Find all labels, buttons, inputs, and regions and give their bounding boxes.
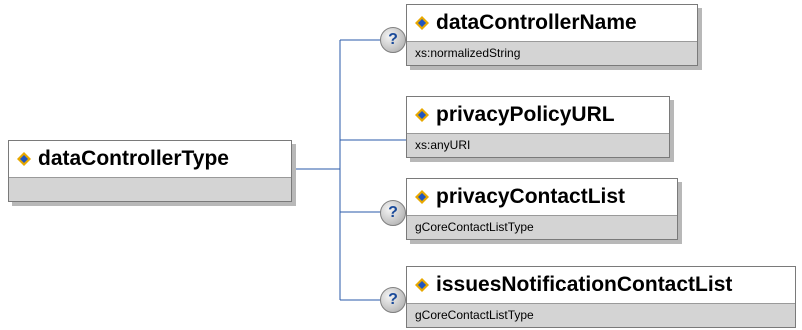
optional-indicator-icon: ? xyxy=(380,27,406,53)
element-icon xyxy=(415,190,429,204)
element-icon xyxy=(415,278,429,292)
child-element-name: privacyContactList xyxy=(436,185,626,208)
element-icon xyxy=(415,108,429,122)
child-element-type: gCoreContactListType xyxy=(407,303,795,327)
child-element-type: gCoreContactListType xyxy=(407,215,677,239)
optional-indicator-icon: ? xyxy=(380,200,406,226)
child-element-box-issuesNotificationContactList[interactable]: issuesNotificationContactList gCoreConta… xyxy=(406,266,796,328)
optional-indicator-icon: ? xyxy=(380,287,406,313)
child-element-type: xs:anyURI xyxy=(407,133,669,157)
root-element-box[interactable]: dataControllerType xyxy=(8,140,292,202)
element-icon xyxy=(17,152,31,166)
root-element-type xyxy=(9,177,291,201)
child-element-box-privacyContactList[interactable]: privacyContactList gCoreContactListType xyxy=(406,178,678,240)
child-element-type: xs:normalizedString xyxy=(407,41,697,65)
child-element-box-dataControllerName[interactable]: dataControllerName xs:normalizedString xyxy=(406,4,698,66)
root-element-name: dataControllerType xyxy=(38,147,229,170)
child-element-box-privacyPolicyURL[interactable]: privacyPolicyURL xs:anyURI xyxy=(406,96,670,158)
element-icon xyxy=(415,16,429,30)
child-element-name: issuesNotificationContactList xyxy=(436,273,733,296)
child-element-name: privacyPolicyURL xyxy=(436,103,615,126)
child-element-name: dataControllerName xyxy=(436,11,637,34)
